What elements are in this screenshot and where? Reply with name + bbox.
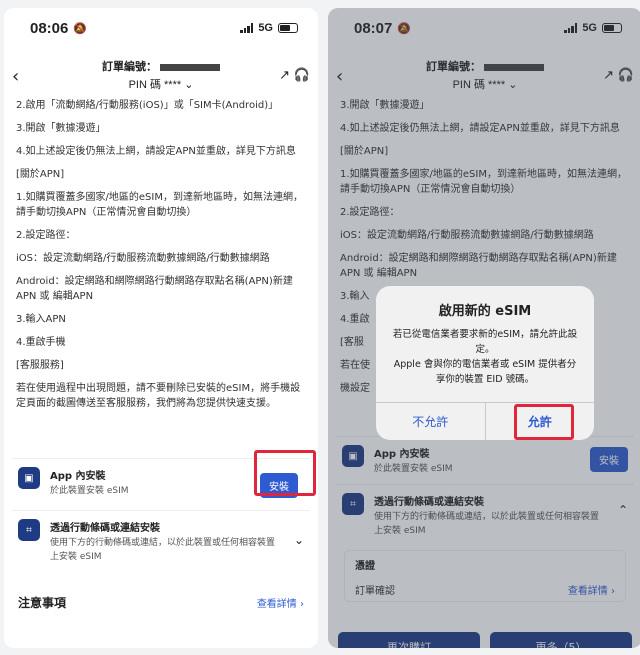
chevron-down-icon: ⌄ [184,79,194,91]
network-label: 5G [258,22,273,34]
highlight-box [514,404,574,440]
instruction-line: 2.啟用「流動網絡/行動服務(iOS)」或「SIM卡(Android)」 [16,100,279,111]
qr-install-subtitle: 使用下方的行動條碼或連結，以於此裝置或任何相容裝置上安裝 eSIM [50,538,276,562]
pin-code-toggle[interactable]: PIN 碼 **** ⌄ [4,76,318,92]
app-install-title: App 內安裝 [50,471,106,482]
right-phone-screen: 08:07 🔕 5G ‹ 訂單編號： PIN 碼 **** ⌄ ↗ 🎧 3.開啟… [328,8,640,648]
alert-title: 啟用新的 eSIM [438,304,532,319]
order-number: 訂單編號： [4,58,318,74]
status-bar: 08:06 🔕 5G [4,8,318,48]
alert-message: 若已從電信業者要求新的eSIM，請允許此設定。 Apple 會與你的電信業者或 … [392,329,578,385]
qr-install-card[interactable]: ⌗ 透過行動條碼或連結安裝 使用下方的行動條碼或連結，以於此裝置或任何相容裝置上… [12,510,310,572]
notes-title: 注意事項 [18,596,67,610]
notes-section[interactable]: 注意事項 查看詳情 › [18,594,304,611]
qr-install-title: 透過行動條碼或連結安裝 [50,523,160,534]
chevron-down-icon: ⌄ [293,533,304,547]
instruction-line: iOS：設定流動網路/行動服務流動數據網路/行動數據網路 [16,253,270,264]
headset-icon[interactable]: 🎧 [294,68,310,83]
screenshot-stage: 08:06 🔕 5G ‹ 訂單編號： PIN 碼 **** ⌄ ↗ 🎧 2.啟用… [0,0,640,655]
redacted-block [160,63,220,71]
instruction-line: [客服服務] [16,360,64,371]
instruction-line: 4.重啟手機 [16,337,66,348]
instruction-line: 3.開啟「數據漫遊」 [16,123,106,134]
instruction-line: [關於APN] [16,169,65,180]
signal-icon [240,23,254,33]
instruction-line: 4.如上述設定後仍無法上網，請設定APN並重啟，詳見下方訊息 [16,146,296,157]
share-icon[interactable]: ↗ [279,68,290,83]
app-install-subtitle: 於此裝置安裝 eSIM [50,486,129,496]
left-phone-screen: 08:06 🔕 5G ‹ 訂單編號： PIN 碼 **** ⌄ ↗ 🎧 2.啟用… [4,8,318,648]
instruction-line: Android：設定網路和網際網路行動網路存取點名稱(APN)新建APN 或 編… [16,276,293,302]
mute-bell-icon: 🔕 [73,22,88,35]
instruction-line: 若在使用過程中出現問題，請不要刪除已安裝的eSIM，將手機設定頁面的截圖傳送至客… [16,383,301,409]
instruction-line: 1.如購買覆蓋多國家/地區的eSIM，到達新地區時，如無法連網，請手動切換APN… [16,192,303,218]
status-time: 08:06 [30,19,69,37]
instruction-line: 2.設定路徑： [16,230,76,241]
instruction-line: 3.輸入APN [16,314,66,325]
notes-more-link[interactable]: 查看詳情 › [257,595,304,610]
qr-code-icon: ⌗ [18,519,40,541]
highlight-box [254,450,316,496]
deny-button[interactable]: 不允許 [376,403,485,440]
app-icon: ▣ [18,467,40,489]
battery-icon [278,23,298,33]
instructions-text: 2.啟用「流動網絡/行動服務(iOS)」或「SIM卡(Android)」 3.開… [16,98,308,419]
nav-bar: ‹ 訂單編號： PIN 碼 **** ⌄ ↗ 🎧 [4,52,318,98]
